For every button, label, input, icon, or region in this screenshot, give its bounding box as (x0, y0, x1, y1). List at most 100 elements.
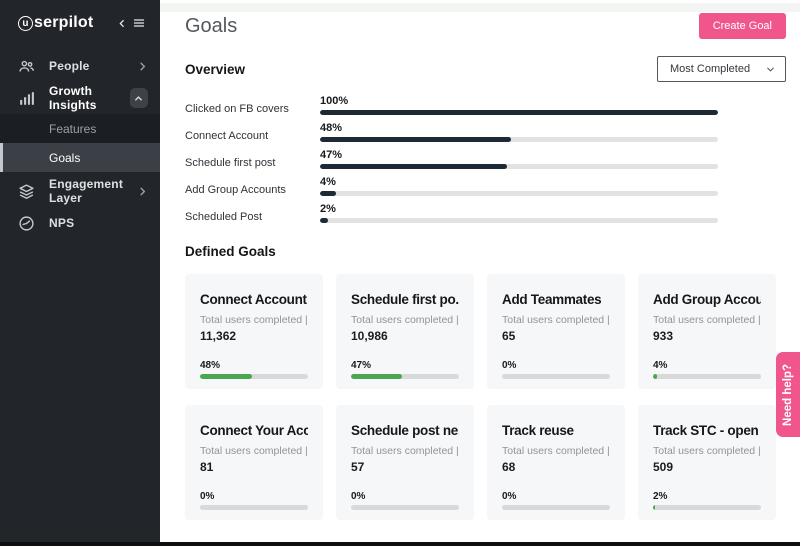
menu-icon[interactable] (132, 17, 146, 29)
goal-card-subtitle: Total users completed | (653, 445, 761, 457)
goal-card-title: Connect Account (200, 292, 308, 307)
goal-card-total: 81 (200, 460, 308, 474)
goal-card-subtitle: Total users completed | (653, 314, 761, 326)
goal-percent: 100% (320, 95, 718, 107)
goal-card-percent: 0% (200, 491, 308, 502)
top-band (160, 3, 800, 12)
chevron-right-icon (137, 61, 148, 72)
goal-card-subtitle: Total users completed | (200, 314, 308, 326)
progress-fill (351, 374, 402, 379)
goal-card-subtitle: Total users completed | (351, 314, 459, 326)
goal-card-title: Schedule first po... (351, 292, 459, 307)
sort-dropdown-value: Most Completed (670, 63, 765, 75)
bar-chart-icon (18, 90, 35, 107)
goal-card-title: Track reuse (502, 423, 610, 438)
goal-card[interactable]: Add Teammates Total users completed | 65… (487, 274, 625, 389)
progress-fill (320, 191, 336, 196)
people-icon (18, 58, 35, 75)
progress-fill (320, 137, 511, 142)
userpilot-logo: userpilot (18, 14, 93, 32)
create-goal-button[interactable]: Create Goal (699, 13, 786, 39)
sidebar-item-features[interactable]: Features (0, 114, 160, 143)
goal-card[interactable]: Add Group Accou... Total users completed… (638, 274, 776, 389)
progress-fill (320, 164, 507, 169)
progress-track (320, 164, 718, 169)
main-content: Goals Create Goal Overview Most Complete… (160, 0, 800, 546)
progress-track (200, 374, 308, 379)
goal-percent: 48% (320, 122, 718, 134)
app-window: userpilot People (0, 0, 800, 546)
bottom-edge (0, 542, 800, 546)
goal-card-percent: 48% (200, 360, 308, 371)
goal-card-subtitle: Total users completed | (200, 445, 308, 457)
progress-track (502, 374, 610, 379)
goal-card[interactable]: Connect Account Total users completed | … (185, 274, 323, 389)
need-help-tab[interactable]: Need help? (776, 352, 800, 437)
need-help-label: Need help? (782, 364, 794, 426)
sidebar-header: userpilot (0, 0, 160, 46)
progress-fill (320, 218, 328, 223)
page-title: Goals (185, 15, 237, 38)
progress-track (502, 505, 610, 510)
goal-card[interactable]: Schedule post ne... Total users complete… (336, 405, 474, 520)
sort-dropdown[interactable]: Most Completed (657, 56, 786, 82)
goal-percent: 2% (320, 203, 718, 215)
progress-track (351, 505, 459, 510)
goal-card-percent: 0% (502, 360, 610, 371)
goal-percent: 4% (320, 176, 718, 188)
progress-track (351, 374, 459, 379)
goal-card-total: 57 (351, 460, 459, 474)
sidebar-item-growth-insights[interactable]: Growth Insights (0, 82, 160, 114)
progress-track (320, 137, 718, 142)
goal-card-title: Track STC - open (653, 423, 761, 438)
goal-card-percent: 4% (653, 360, 761, 371)
progress-track (320, 191, 718, 196)
sidebar-item-label: NPS (49, 216, 74, 230)
sidebar-item-engagement-layer[interactable]: Engagement Layer (0, 175, 160, 207)
goal-card[interactable]: Track reuse Total users completed | 68 0… (487, 405, 625, 520)
overview-bars: Clicked on FB covers 100% Connect Accoun… (185, 95, 786, 223)
goal-card-percent: 47% (351, 360, 459, 371)
logo-text: serpilot (34, 14, 93, 32)
sidebar-item-label: Engagement Layer (49, 177, 137, 205)
progress-track (200, 505, 308, 510)
goal-card-title: Add Group Accou... (653, 292, 761, 307)
overview-heading: Overview (185, 62, 245, 77)
progress-track (653, 374, 761, 379)
goal-card[interactable]: Connect Your Acc... Total users complete… (185, 405, 323, 520)
goal-card[interactable]: Schedule first po... Total users complet… (336, 274, 474, 389)
defined-goals-heading: Defined Goals (185, 244, 786, 259)
gauge-icon (18, 215, 35, 232)
sidebar-item-people[interactable]: People (0, 50, 160, 82)
chevron-down-icon (765, 64, 776, 75)
goal-card-percent: 0% (351, 491, 459, 502)
progress-track (320, 218, 718, 223)
chevron-right-icon (137, 186, 148, 197)
progress-fill (200, 374, 252, 379)
progress-fill (653, 505, 655, 510)
sidebar-item-label: Growth Insights (49, 84, 130, 112)
goal-card-subtitle: Total users completed | (502, 314, 610, 326)
goal-label: Add Group Accounts (185, 176, 320, 196)
chevron-up-icon[interactable] (130, 88, 148, 108)
goal-card-total: 68 (502, 460, 610, 474)
userpilot-logo-icon: u (18, 16, 33, 31)
goal-card-total: 933 (653, 329, 761, 343)
goal-card[interactable]: Track STC - open Total users completed |… (638, 405, 776, 520)
goal-label: Schedule first post (185, 149, 320, 169)
sidebar-item-nps[interactable]: NPS (0, 207, 160, 239)
sidebar-item-label: People (49, 59, 90, 73)
goal-card-subtitle: Total users completed | (502, 445, 610, 457)
collapse-left-icon[interactable] (117, 18, 127, 29)
goal-card-subtitle: Total users completed | (351, 445, 459, 457)
sidebar-item-goals[interactable]: Goals (0, 143, 160, 172)
overview-bar-row: Connect Account 48% (185, 122, 786, 142)
overview-bar-row: Scheduled Post 2% (185, 203, 786, 223)
goal-card-title: Schedule post ne... (351, 423, 459, 438)
layers-icon (18, 183, 35, 200)
goal-label: Scheduled Post (185, 203, 320, 223)
progress-track (653, 505, 761, 510)
goal-card-total: 65 (502, 329, 610, 343)
overview-bar-row: Clicked on FB covers 100% (185, 95, 786, 115)
sidebar: userpilot People (0, 0, 160, 546)
